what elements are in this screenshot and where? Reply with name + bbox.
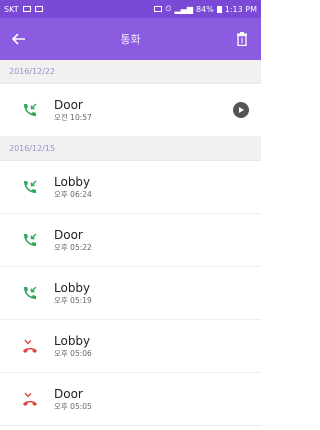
play-recording-button[interactable] [233,102,249,118]
incoming-call-icon [21,231,39,249]
status-bar: SKT ⏲ ▂▄▆ 84% 1:13 PM [0,0,261,18]
call-time: 오후 05:22 [54,242,92,252]
incoming-call-icon [21,101,39,119]
call-log-list: 2016/12/22 Door 오전 10:57 2016/12/15 Lobb… [0,60,261,426]
back-button[interactable] [6,26,32,52]
list-item[interactable]: Door 오전 10:57 [0,84,261,137]
play-icon [239,107,244,113]
incoming-call-icon [21,178,39,196]
caller-name: Lobby [54,280,91,295]
battery-percent: 84% [195,4,214,14]
call-time: 오후 06:24 [54,189,92,199]
incoming-call-icon [21,284,39,302]
notification-icon [22,6,31,12]
list-item[interactable]: Door 오후 05:05 [0,373,261,426]
list-item[interactable]: Lobby 오후 05:19 [0,267,261,320]
call-time: 오후 05:05 [54,401,92,411]
carrier-label: SKT [4,4,19,14]
list-item[interactable]: Lobby 오후 05:06 [0,320,261,373]
message-icon [154,6,163,12]
alarm-icon: ⏲ [165,4,172,13]
clock: 1:13 PM [224,4,257,14]
arrow-left-icon [12,33,25,45]
signal-icon: ▂▄▆ [174,4,193,14]
page-title: 통화 [120,33,141,46]
caller-name: Lobby [54,174,91,189]
date-header: 2016/12/15 [0,137,261,161]
caller-name: Lobby [54,333,91,348]
list-item[interactable]: Door 오후 05:22 [0,214,261,267]
battery-icon [216,5,222,13]
missed-call-icon [21,337,39,355]
trash-icon [237,32,247,46]
call-time: 오후 05:06 [54,348,92,358]
delete-button[interactable] [229,26,255,52]
camera-icon [34,6,43,12]
caller-name: Door [54,97,83,112]
caller-name: Door [54,227,83,242]
app-bar: 통화 [0,18,261,60]
date-header: 2016/12/22 [0,60,261,84]
list-item[interactable]: Lobby 오후 06:24 [0,161,261,214]
call-time: 오전 10:57 [54,112,92,122]
missed-call-icon [21,390,39,408]
call-time: 오후 05:19 [54,295,92,305]
caller-name: Door [54,386,83,401]
